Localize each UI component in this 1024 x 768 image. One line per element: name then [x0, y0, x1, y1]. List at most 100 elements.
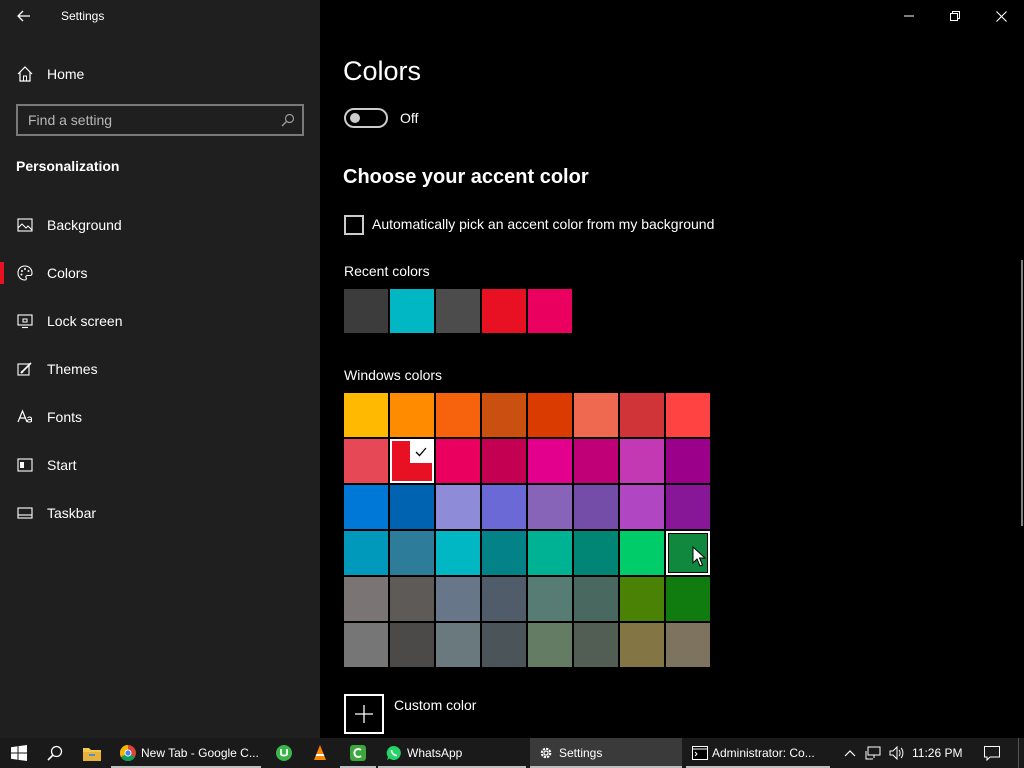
windows-color-swatch[interactable]: [436, 531, 480, 575]
notification-icon: [984, 745, 1000, 761]
windows-color-swatch[interactable]: [344, 623, 388, 667]
windows-logo-icon: [10, 745, 27, 761]
windows-color-swatch[interactable]: [574, 439, 618, 483]
windows-color-swatch[interactable]: [390, 577, 434, 621]
windows-color-swatch[interactable]: [344, 393, 388, 437]
mouse-cursor-icon: [692, 546, 706, 567]
windows-color-swatch[interactable]: [344, 439, 388, 483]
windows-color-swatch[interactable]: [666, 577, 710, 621]
windows-color-swatch[interactable]: [390, 531, 434, 575]
windows-color-swatch[interactable]: [528, 623, 572, 667]
recent-color-swatch[interactable]: [436, 289, 480, 333]
recent-colors-label: Recent colors: [344, 263, 430, 279]
file-explorer-button[interactable]: [73, 738, 111, 768]
action-center-button[interactable]: [980, 738, 1004, 768]
taskbar-app-camtasia[interactable]: [340, 738, 376, 768]
windows-color-swatch[interactable]: [574, 623, 618, 667]
windows-color-swatch[interactable]: [344, 531, 388, 575]
back-button[interactable]: [10, 4, 38, 28]
windows-color-swatch[interactable]: [436, 485, 480, 529]
windows-color-swatch[interactable]: [528, 485, 572, 529]
windows-color-swatch[interactable]: [574, 577, 618, 621]
taskbar-search-button[interactable]: [37, 738, 73, 768]
sidebar-item-background[interactable]: Background: [0, 205, 320, 245]
windows-color-swatch[interactable]: [528, 393, 572, 437]
windows-color-swatch[interactable]: [482, 623, 526, 667]
search-input[interactable]: [18, 106, 268, 134]
recent-color-swatch[interactable]: [390, 289, 434, 333]
auto-pick-label: Automatically pick an accent color from …: [372, 216, 715, 232]
network-button[interactable]: [862, 738, 884, 768]
sidebar-item-label: Lock screen: [47, 313, 123, 329]
toggle-knob: [350, 113, 360, 123]
close-button[interactable]: [978, 0, 1024, 32]
windows-color-swatch[interactable]: [620, 393, 664, 437]
windows-color-swatch[interactable]: [482, 531, 526, 575]
taskbar-app-settings[interactable]: Settings: [530, 738, 682, 768]
windows-color-swatch[interactable]: [390, 439, 434, 483]
recent-color-swatch[interactable]: [344, 289, 388, 333]
windows-color-swatch[interactable]: [574, 393, 618, 437]
windows-color-swatch[interactable]: [482, 393, 526, 437]
taskbar-app-chrome[interactable]: New Tab - Google C...: [111, 738, 261, 768]
windows-color-swatch[interactable]: [344, 485, 388, 529]
color-toggle[interactable]: [344, 108, 388, 128]
custom-color-button[interactable]: [344, 694, 384, 734]
windows-color-swatch[interactable]: [620, 623, 664, 667]
recent-color-swatch[interactable]: [528, 289, 572, 333]
windows-color-swatch[interactable]: [436, 439, 480, 483]
volume-button[interactable]: [886, 738, 908, 768]
sidebar-item-lock-screen[interactable]: Lock screen: [0, 301, 320, 341]
windows-color-swatch[interactable]: [436, 577, 480, 621]
minimize-button[interactable]: [886, 0, 932, 32]
windows-color-swatch[interactable]: [574, 531, 618, 575]
taskbar-app-whatsapp[interactable]: WhatsApp: [378, 738, 526, 768]
taskbar-app-vlc[interactable]: [304, 738, 336, 768]
windows-color-swatch[interactable]: [436, 393, 480, 437]
windows-color-swatch[interactable]: [344, 577, 388, 621]
windows-color-swatch[interactable]: [620, 531, 664, 575]
restore-button[interactable]: [932, 0, 978, 32]
windows-color-swatch[interactable]: [482, 577, 526, 621]
minimize-icon: [904, 15, 914, 17]
close-icon: [995, 10, 1007, 22]
windows-color-swatch[interactable]: [666, 439, 710, 483]
sidebar-item-fonts[interactable]: Fonts: [0, 397, 320, 437]
auto-pick-checkbox[interactable]: [344, 215, 364, 235]
show-hidden-icons-button[interactable]: [840, 738, 860, 768]
sidebar-item-taskbar[interactable]: Taskbar: [0, 493, 320, 533]
windows-color-swatch[interactable]: [666, 623, 710, 667]
windows-color-swatch[interactable]: [436, 623, 480, 667]
taskbar-app-cmd[interactable]: Administrator: Co...: [686, 738, 830, 768]
windows-color-swatch[interactable]: [620, 485, 664, 529]
show-desktop-button[interactable]: [1018, 738, 1024, 768]
checkmark-icon: [415, 447, 427, 457]
sidebar-item-home[interactable]: Home: [0, 56, 320, 90]
windows-color-swatch[interactable]: [482, 485, 526, 529]
start-button[interactable]: [0, 738, 37, 768]
chevron-up-icon: [844, 750, 856, 757]
windows-color-swatch[interactable]: [620, 439, 664, 483]
sidebar-item-colors[interactable]: Colors: [0, 253, 320, 293]
windows-color-swatch[interactable]: [390, 485, 434, 529]
windows-color-swatch[interactable]: [528, 531, 572, 575]
sidebar-item-start[interactable]: Start: [0, 445, 320, 485]
windows-color-swatch[interactable]: [666, 393, 710, 437]
windows-color-swatch[interactable]: [666, 485, 710, 529]
search-icon[interactable]: [281, 113, 295, 127]
search-box[interactable]: [16, 104, 304, 136]
accent-heading: Choose your accent color: [343, 166, 589, 188]
windows-color-swatch[interactable]: [482, 439, 526, 483]
windows-color-swatch[interactable]: [574, 485, 618, 529]
windows-color-swatch[interactable]: [620, 577, 664, 621]
scrollbar[interactable]: [1021, 260, 1023, 526]
windows-color-swatch[interactable]: [390, 623, 434, 667]
windows-color-swatch[interactable]: [528, 439, 572, 483]
recent-color-swatch[interactable]: [482, 289, 526, 333]
taskbar-app-utorrent[interactable]: [268, 738, 300, 768]
windows-color-swatch[interactable]: [390, 393, 434, 437]
speaker-icon: [889, 746, 904, 760]
sidebar-item-themes[interactable]: Themes: [0, 349, 320, 389]
clock[interactable]: 11:26 PM: [912, 746, 962, 760]
windows-color-swatch[interactable]: [528, 577, 572, 621]
